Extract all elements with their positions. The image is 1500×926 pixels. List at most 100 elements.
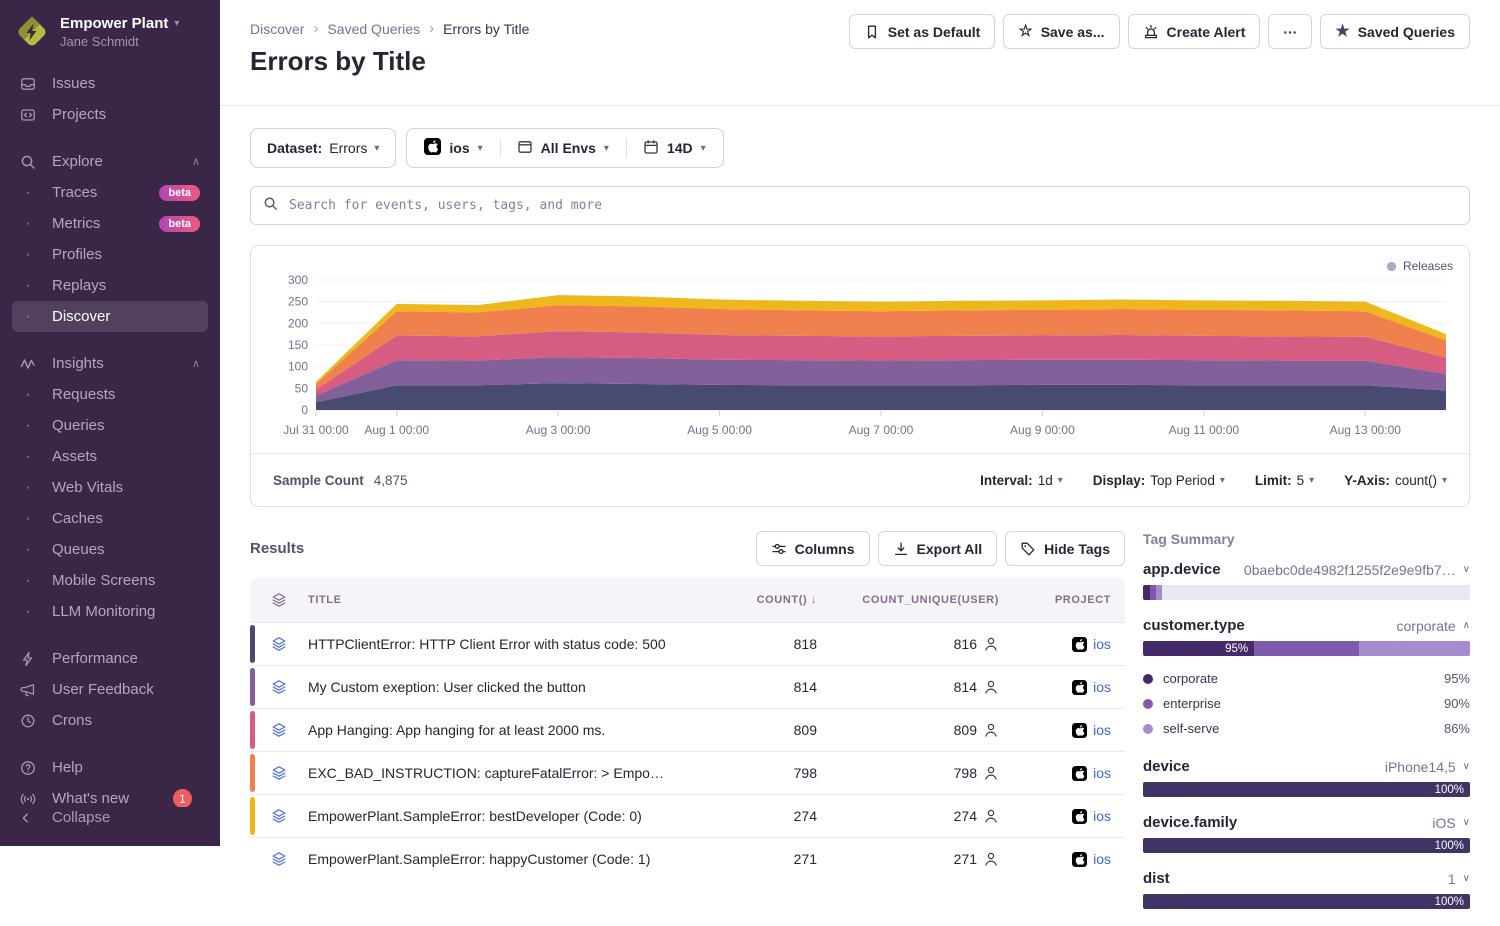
project-link[interactable]: ios [1093, 808, 1111, 824]
project-selector[interactable]: ios ▾ [407, 129, 499, 167]
chevron-up-icon[interactable]: ∧ [192, 155, 200, 168]
row-title[interactable]: EmpowerPlant.SampleError: happyCustomer … [308, 851, 681, 867]
stack-icon[interactable] [250, 808, 308, 824]
tag-bar-segment[interactable] [1254, 641, 1359, 656]
col-project[interactable]: PROJECT [1013, 594, 1125, 606]
tag-value-row[interactable]: corporate 95% [1143, 666, 1470, 691]
sidebar-nav: IssuesProjects Explore∧·Tracesbeta·Metric… [0, 68, 220, 807]
tag-header[interactable]: app.device 0baebc0de4982f1255f2e9e9fb7… … [1143, 561, 1470, 578]
sidebar-item-discover[interactable]: ·Discover [12, 301, 208, 332]
table-row[interactable]: App Hanging: App hanging for at least 20… [250, 708, 1125, 751]
tag-header[interactable]: device iPhone14,5 ∨ [1143, 758, 1470, 775]
stack-icon[interactable] [250, 765, 308, 781]
breadcrumb-saved-queries[interactable]: Saved Queries [327, 21, 420, 37]
search-bar[interactable] [250, 186, 1470, 225]
project-link[interactable]: ios [1093, 765, 1111, 781]
sidebar-item-projects[interactable]: Projects [12, 99, 208, 130]
row-count: 818 [681, 636, 831, 652]
col-count-unique-user[interactable]: COUNT_UNIQUE(USER) [831, 594, 1013, 606]
columns-button[interactable]: Columns [756, 531, 870, 566]
sidebar-item-mobile-screens[interactable]: ·Mobile Screens [12, 565, 208, 596]
project-link[interactable]: ios [1093, 636, 1111, 652]
org-switcher[interactable]: Empower Plant ▾ Jane Schmidt [0, 14, 220, 50]
chevron-down-icon[interactable]: ∨ [1463, 817, 1470, 828]
sidebar-item-web-vitals[interactable]: ·Web Vitals [12, 472, 208, 503]
y-axis-selector[interactable]: Y-Axis: count() ▾ [1344, 473, 1447, 488]
sidebar-item-insights[interactable]: Insights∧ [12, 348, 208, 379]
row-title[interactable]: HTTPClientError: HTTP Client Error with … [308, 636, 681, 652]
saved-queries-button[interactable]: ★Saved Queries [1320, 14, 1470, 49]
tag-bar-segment[interactable] [1143, 585, 1150, 600]
sidebar-item-requests[interactable]: ·Requests [12, 379, 208, 410]
interval-selector[interactable]: Interval: 1d ▾ [980, 473, 1063, 488]
sidebar-item-queries[interactable]: ·Queries [12, 410, 208, 441]
tag-value-row[interactable]: enterprise 90% [1143, 691, 1470, 716]
sidebar-item-help[interactable]: Help [12, 752, 208, 783]
col-count[interactable]: COUNT() ↓ [681, 594, 831, 606]
export-all-button[interactable]: Export All [878, 531, 998, 566]
sidebar-item-profiles[interactable]: ·Profiles [12, 239, 208, 270]
chevron-down-icon[interactable]: ∨ [1463, 564, 1470, 575]
sidebar-item-queues[interactable]: ·Queues [12, 534, 208, 565]
table-row[interactable]: EXC_BAD_INSTRUCTION: captureFatalError: … [250, 751, 1125, 794]
stack-icon[interactable] [250, 636, 308, 652]
sidebar-item-traces[interactable]: ·Tracesbeta [12, 177, 208, 208]
chevron-down-icon[interactable]: ∨ [1463, 761, 1470, 772]
hide-tags-button[interactable]: Hide Tags [1005, 531, 1125, 566]
tag-header[interactable]: dist 1 ∨ [1143, 870, 1470, 887]
tag-bar-segment[interactable]: 100% [1143, 894, 1470, 909]
row-title[interactable]: App Hanging: App hanging for at least 20… [308, 722, 681, 738]
col-title[interactable]: TITLE [308, 594, 681, 606]
sidebar-item-user-feedback[interactable]: User Feedback [12, 674, 208, 705]
chevron-down-icon[interactable]: ∨ [1463, 873, 1470, 884]
table-row[interactable]: My Custom exeption: User clicked the but… [250, 665, 1125, 708]
tag-header[interactable]: customer.type corporate ∧ [1143, 617, 1470, 634]
tag-bar-segment[interactable] [1359, 641, 1470, 656]
stack-icon[interactable] [250, 679, 308, 695]
tag-bar-segment[interactable]: 100% [1143, 782, 1470, 797]
search-input[interactable] [287, 197, 1457, 214]
sidebar-item-crons[interactable]: Crons [12, 705, 208, 736]
sidebar-item-assets[interactable]: ·Assets [12, 441, 208, 472]
project-link[interactable]: ios [1093, 851, 1111, 867]
tag-bar-segment[interactable] [1156, 585, 1162, 600]
dataset-selector[interactable]: Dataset: Errors ▾ [250, 128, 396, 168]
chevron-up-icon[interactable]: ∧ [1463, 620, 1470, 631]
sidebar-item-whats-new[interactable]: What's new1 [12, 783, 208, 807]
sidebar-item-caches[interactable]: ·Caches [12, 503, 208, 534]
set-as-default-button[interactable]: Set as Default [849, 14, 996, 49]
tag-value-row[interactable]: self-serve 86% [1143, 716, 1470, 741]
table-row[interactable]: HTTPClientError: HTTP Client Error with … [250, 622, 1125, 665]
save-as-button[interactable]: ☆Save as... [1003, 14, 1119, 49]
table-row[interactable]: EmpowerPlant.SampleError: happyCustomer … [250, 837, 1125, 880]
tag-bar-segment[interactable]: 95% [1143, 641, 1254, 656]
sidebar-item-performance[interactable]: Performance [12, 643, 208, 674]
row-title[interactable]: EXC_BAD_INSTRUCTION: captureFatalError: … [308, 765, 681, 781]
sidebar-item-metrics[interactable]: ·Metricsbeta [12, 208, 208, 239]
collapse-button[interactable]: Collapse [0, 807, 220, 846]
sidebar-item-explore[interactable]: Explore∧ [12, 146, 208, 177]
clock-icon [16, 713, 40, 729]
stack-icon[interactable] [250, 722, 308, 738]
project-link[interactable]: ios [1093, 679, 1111, 695]
stack-icon[interactable] [250, 851, 308, 867]
date-range-selector[interactable]: 14D ▾ [626, 129, 723, 167]
breadcrumb-discover[interactable]: Discover [250, 21, 304, 37]
limit-selector[interactable]: Limit: 5 ▾ [1255, 473, 1314, 488]
display-selector[interactable]: Display: Top Period ▾ [1093, 473, 1225, 488]
bullet-icon: · [16, 277, 40, 295]
control-value: Top Period [1150, 473, 1215, 488]
tag-header[interactable]: device.family iOS ∨ [1143, 814, 1470, 831]
row-title[interactable]: My Custom exeption: User clicked the but… [308, 679, 681, 695]
environment-selector[interactable]: All Envs ▾ [500, 129, 626, 167]
sidebar-item-issues[interactable]: Issues [12, 68, 208, 99]
more-button[interactable]: ··· [1268, 14, 1312, 49]
chevron-up-icon[interactable]: ∧ [192, 357, 200, 370]
table-row[interactable]: EmpowerPlant.SampleError: bestDeveloper … [250, 794, 1125, 837]
create-alert-button[interactable]: Create Alert [1128, 14, 1261, 49]
sidebar-item-llm-monitoring[interactable]: ·LLM Monitoring [12, 596, 208, 627]
row-title[interactable]: EmpowerPlant.SampleError: bestDeveloper … [308, 808, 681, 824]
legend-item-releases[interactable]: Releases [1387, 259, 1453, 273]
project-link[interactable]: ios [1093, 722, 1111, 738]
sidebar-item-replays[interactable]: ·Replays [12, 270, 208, 301]
